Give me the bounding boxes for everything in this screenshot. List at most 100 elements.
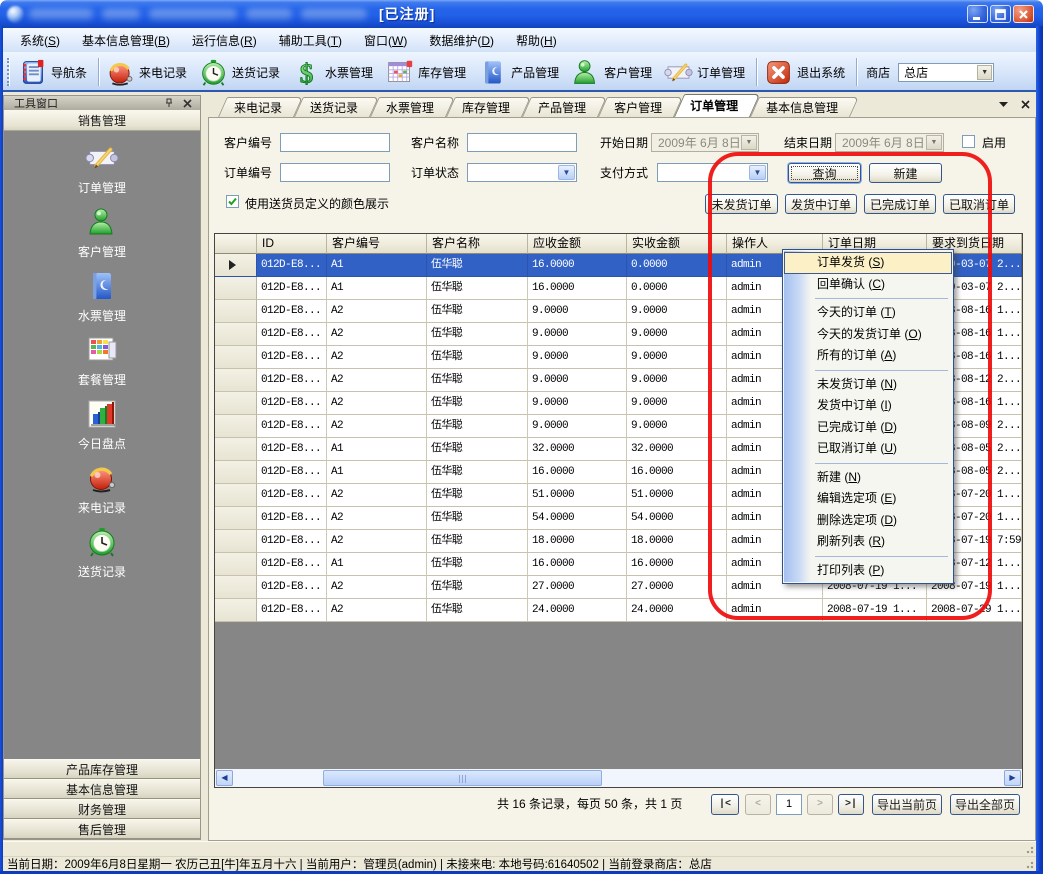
sidebar-item[interactable]: 今日盘点 xyxy=(4,398,200,452)
row-indicator-header[interactable] xyxy=(215,234,257,254)
scroll-left-icon[interactable]: ◀ xyxy=(216,770,233,786)
sidebar-group-header[interactable]: 销售管理 xyxy=(4,110,200,131)
menu-item[interactable]: 辅助工具(T) xyxy=(268,29,353,52)
sidebar-item[interactable]: 送货记录 xyxy=(4,526,200,580)
customer-name-input[interactable] xyxy=(467,133,577,152)
sidebar-item[interactable]: 水票管理 xyxy=(4,270,200,324)
menu-item[interactable]: 窗口(W) xyxy=(353,29,418,52)
tab-list-dropdown-icon[interactable] xyxy=(999,101,1008,108)
tab[interactable]: 水票管理 xyxy=(370,97,446,117)
tab[interactable]: 订单管理 xyxy=(674,94,750,117)
toolbar-button[interactable]: 导航条 xyxy=(14,56,95,89)
sidebar-item[interactable]: 客户管理 xyxy=(4,206,200,260)
row-indicator-cell[interactable] xyxy=(215,300,257,323)
chevron-down-icon[interactable]: ▼ xyxy=(977,65,992,80)
row-indicator-cell[interactable] xyxy=(215,438,257,461)
first-page-button[interactable]: |< xyxy=(711,794,739,815)
row-indicator-cell[interactable] xyxy=(215,599,257,622)
customer-no-input[interactable] xyxy=(280,133,390,152)
toolbar-button[interactable]: 库存管理 xyxy=(381,56,474,89)
clock-icon xyxy=(199,58,228,87)
tab[interactable]: 客户管理 xyxy=(598,97,674,117)
last-page-button[interactable]: >| xyxy=(838,794,864,815)
row-indicator-cell[interactable] xyxy=(215,530,257,553)
menu-item[interactable]: 帮助(H) xyxy=(505,29,568,52)
toolbar-button[interactable]: 水票管理 xyxy=(288,56,381,89)
row-indicator-cell[interactable] xyxy=(215,507,257,530)
scrollbar-thumb[interactable] xyxy=(323,770,602,786)
cell-id: 012D-E8... xyxy=(257,300,327,323)
cell-id: 012D-E8... xyxy=(257,507,327,530)
maximize-button[interactable] xyxy=(990,5,1011,23)
end-date-picker[interactable]: 2009年 6月 8日▼ xyxy=(835,133,944,152)
enable-label: 启用 xyxy=(982,134,1006,152)
tab[interactable]: 基本信息管理 xyxy=(750,97,850,117)
toolbar-button[interactable]: 客户管理 xyxy=(567,56,660,89)
menu-item[interactable]: 数据维护(D) xyxy=(418,29,505,52)
row-indicator-cell[interactable] xyxy=(215,484,257,507)
sidebar-body: 订单管理 客户管理 水票管理 套餐管理 xyxy=(4,132,200,759)
export-current-page-button[interactable]: 导出当前页 xyxy=(872,794,942,815)
order-no-input[interactable] xyxy=(280,163,390,182)
row-indicator-cell[interactable] xyxy=(215,576,257,599)
column-header[interactable]: 客户名称 xyxy=(427,234,528,254)
row-indicator-cell[interactable] xyxy=(215,346,257,369)
pin-icon[interactable] xyxy=(164,98,174,108)
tab[interactable]: 产品管理 xyxy=(522,97,598,117)
menu-item[interactable]: 系统(S) xyxy=(9,29,71,52)
toolbar-button[interactable]: 产品管理 xyxy=(474,56,567,89)
cell-customer-name: 伍华聪 xyxy=(427,323,528,346)
tab[interactable]: 来电记录 xyxy=(218,97,294,117)
sidebar-group-button[interactable]: 售后管理 xyxy=(4,819,200,839)
sidebar-group-button[interactable]: 财务管理 xyxy=(4,799,200,819)
order-status-select[interactable]: ▼ xyxy=(467,163,577,182)
sidebar-item[interactable]: 来电记录 xyxy=(4,462,200,516)
tab[interactable]: 送货记录 xyxy=(294,97,370,117)
page-number-input[interactable]: 1 xyxy=(776,794,802,815)
sidebar-item[interactable]: 套餐管理 xyxy=(4,334,200,388)
close-icon[interactable] xyxy=(183,99,192,108)
color-checkbox[interactable] xyxy=(226,195,239,208)
cell-customer-no: A2 xyxy=(327,323,427,346)
toolbar-button[interactable]: 订单管理 xyxy=(660,56,753,89)
sidebar-group-button[interactable]: 基本信息管理 xyxy=(4,779,200,799)
cell-id: 012D-E8... xyxy=(257,323,327,346)
prev-page-button[interactable]: < xyxy=(745,794,771,815)
row-indicator-cell[interactable] xyxy=(215,553,257,576)
toolbar-grip-icon[interactable] xyxy=(7,58,10,86)
row-indicator-cell[interactable] xyxy=(215,323,257,346)
toolbar-button[interactable]: 来电记录 xyxy=(102,56,195,89)
enable-checkbox[interactable] xyxy=(962,135,975,148)
chevron-down-icon[interactable]: ▼ xyxy=(558,165,575,180)
store-select[interactable]: 总店▼ xyxy=(898,63,994,82)
window-border xyxy=(0,26,3,874)
column-header[interactable]: ID xyxy=(257,234,327,254)
dollar-icon xyxy=(292,58,321,87)
sidebar-group-button[interactable]: 产品库存管理 xyxy=(4,759,200,779)
start-date-picker[interactable]: 2009年 6月 8日▼ xyxy=(651,133,759,152)
splitter[interactable] xyxy=(201,95,208,841)
row-indicator-cell[interactable] xyxy=(215,277,257,300)
tab[interactable]: 库存管理 xyxy=(446,97,522,117)
column-header[interactable]: 客户编号 xyxy=(327,234,427,254)
row-indicator-cell[interactable] xyxy=(215,461,257,484)
row-indicator-cell[interactable] xyxy=(215,254,257,277)
menu-item[interactable]: 运行信息(R) xyxy=(181,29,268,52)
tab-close-icon[interactable] xyxy=(1021,100,1030,109)
close-button[interactable] xyxy=(1013,5,1034,23)
row-indicator-cell[interactable] xyxy=(215,415,257,438)
toolbar-button[interactable]: 送货记录 xyxy=(195,56,288,89)
export-all-pages-button[interactable]: 导出全部页 xyxy=(950,794,1020,815)
row-indicator-cell[interactable] xyxy=(215,392,257,415)
scroll-right-icon[interactable]: ▶ xyxy=(1004,770,1021,786)
next-page-button[interactable]: > xyxy=(807,794,833,815)
column-header[interactable]: 应收金额 xyxy=(528,234,627,254)
row-indicator-cell[interactable] xyxy=(215,369,257,392)
status-bar: 当前日期：2009年6月8日星期一 农历己丑[牛]年五月十六 | 当前用户：管理… xyxy=(3,856,1036,871)
exit-icon xyxy=(764,58,793,87)
sidebar-item[interactable]: 订单管理 xyxy=(4,142,200,196)
horizontal-scrollbar[interactable]: ◀ ▶ xyxy=(215,769,1022,787)
toolbar-button[interactable]: 退出系统 xyxy=(760,56,853,89)
menu-item[interactable]: 基本信息管理(B) xyxy=(71,29,181,52)
minimize-button[interactable] xyxy=(967,5,988,23)
